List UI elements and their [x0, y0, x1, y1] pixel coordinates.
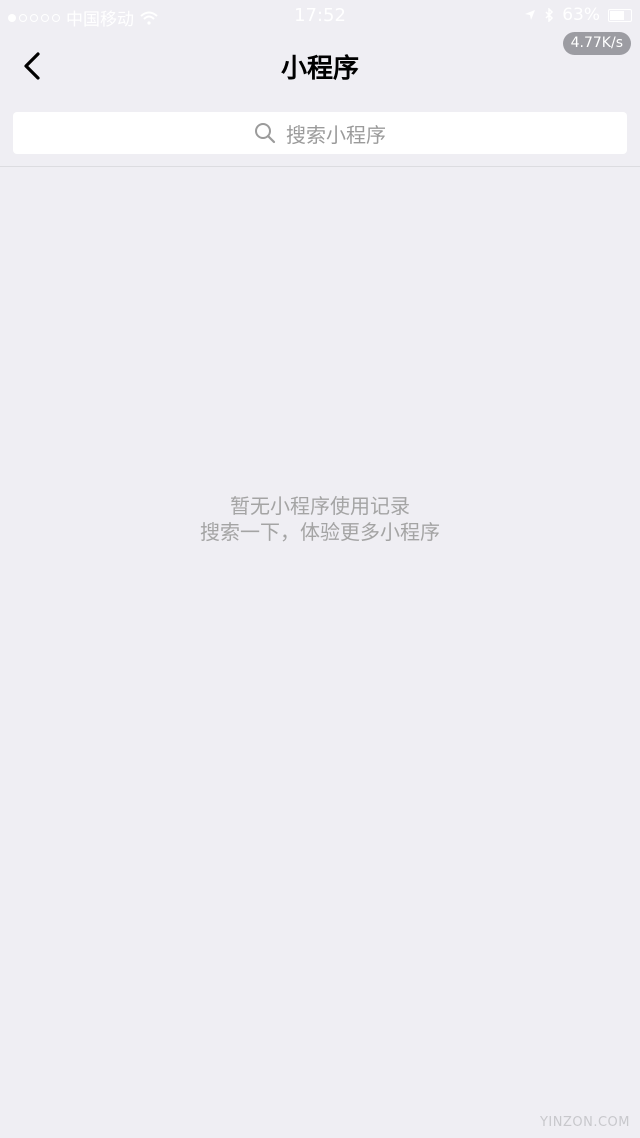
page-title: 小程序 — [280, 54, 359, 84]
battery-icon — [608, 8, 632, 22]
empty-state: 暂无小程序使用记录 搜索一下，体验更多小程序 — [0, 493, 640, 545]
status-bar: 中国移动 17:52 63% — [0, 0, 640, 32]
search-input[interactable]: 搜索小程序 — [13, 112, 627, 154]
empty-state-line2: 搜索一下，体验更多小程序 — [200, 520, 440, 544]
status-right: 63% — [524, 5, 632, 25]
bluetooth-icon — [545, 8, 554, 22]
battery-percent: 63% — [562, 5, 600, 25]
search-placeholder: 搜索小程序 — [286, 122, 386, 147]
nav-bar: 小程序 — [0, 32, 640, 100]
location-arrow-icon — [525, 10, 536, 20]
search-icon — [254, 122, 276, 144]
watermark: YINZON.COM — [539, 1115, 630, 1130]
divider — [0, 166, 640, 167]
empty-state-line1: 暂无小程序使用记录 — [230, 494, 410, 518]
